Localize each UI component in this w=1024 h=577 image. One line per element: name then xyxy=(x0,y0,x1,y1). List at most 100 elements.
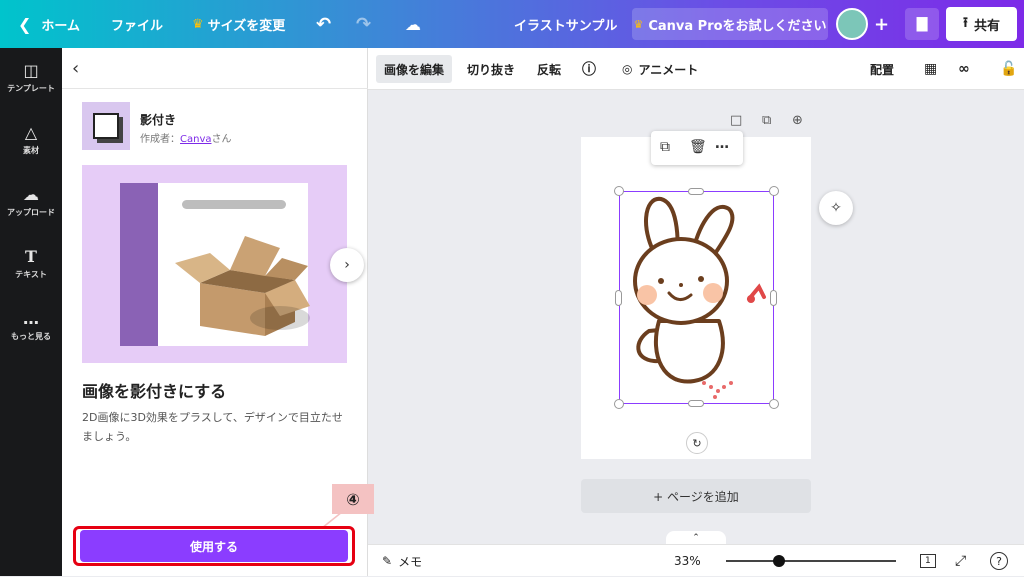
rail-item-label: もっと見る xyxy=(11,331,51,341)
rail-item-more[interactable]: … もっと見る xyxy=(0,296,62,356)
effect-thumbnail xyxy=(82,102,130,150)
rail-item-label: アップロード xyxy=(7,207,55,217)
transparency-icon[interactable]: ▦ xyxy=(916,55,945,83)
duplicate-page-icon[interactable]: ⧉ xyxy=(762,113,771,128)
effect-author: 作成者：Canvaさん xyxy=(140,130,232,145)
link-icon[interactable]: ∞ xyxy=(950,55,978,83)
resize-handle[interactable] xyxy=(770,290,777,306)
add-collaborator-icon[interactable]: + xyxy=(874,0,889,48)
add-page-icon[interactable]: ⊕ xyxy=(792,113,803,128)
zoom-percentage[interactable]: 33% xyxy=(674,545,701,577)
redo-icon[interactable]: ↷ xyxy=(356,0,371,48)
next-preview-button[interactable]: › xyxy=(330,248,364,282)
top-bar: ❮ ホーム ファイル ♛ サイズを変更 ↶ ↷ ☁ イラストサンプル ♛ Can… xyxy=(0,0,1024,48)
left-rail: ◫ テンプレート △ 素材 ☁ アップロード T テキスト … もっと見る xyxy=(0,48,62,576)
upload-share-icon: ⭱ xyxy=(963,15,968,31)
chevron-up-icon[interactable]: ⌃ xyxy=(666,531,726,545)
rail-item-templates[interactable]: ◫ テンプレート xyxy=(0,48,62,108)
cardboard-box-image xyxy=(175,236,310,336)
try-pro-label: Canva Proをお試しください xyxy=(648,18,827,34)
rail-item-label: 素材 xyxy=(23,145,39,155)
resize-label: サイズを変更 xyxy=(207,18,286,34)
flip-button[interactable]: 反転 xyxy=(529,55,569,83)
zoom-slider[interactable] xyxy=(726,560,896,562)
fullscreen-icon[interactable]: ⤢ xyxy=(955,545,966,577)
effect-preview xyxy=(82,165,347,363)
divider xyxy=(62,88,368,89)
panel-title: 画像を影付きにする xyxy=(82,382,227,401)
author-suffix: さん xyxy=(211,134,232,145)
page-lock-icon[interactable]: □ xyxy=(730,113,742,128)
zoom-slider-knob[interactable] xyxy=(773,555,785,567)
cloud-saved-icon[interactable]: ☁ xyxy=(405,0,421,48)
rail-item-label: テキスト xyxy=(15,269,47,279)
selection-box xyxy=(619,191,774,404)
file-menu[interactable]: ファイル xyxy=(111,0,163,48)
rail-item-elements[interactable]: △ 素材 xyxy=(0,110,62,170)
author-prefix: 作成者： xyxy=(140,134,180,145)
add-page-button[interactable]: + ページを追加 xyxy=(581,479,811,513)
try-pro-button[interactable]: ♛ Canva Proをお試しください xyxy=(632,8,828,40)
floating-toolbar: ⧉ 🗑 … xyxy=(651,131,743,165)
insights-icon[interactable]: ▇ xyxy=(905,8,939,40)
copy-icon[interactable]: ⧉ xyxy=(660,139,670,155)
avatar[interactable] xyxy=(836,8,868,40)
notes-label: メモ xyxy=(398,554,423,569)
add-comment-icon[interactable]: ✧ xyxy=(819,191,853,225)
resize-button[interactable]: ♛ サイズを変更 xyxy=(192,0,285,48)
effect-name: 影付き xyxy=(140,113,177,127)
bottom-bar: ✎ メモ 33% 1 ⤢ ? xyxy=(368,544,1024,576)
resize-handle[interactable] xyxy=(769,186,779,196)
preview-card xyxy=(120,183,310,346)
resize-handle[interactable] xyxy=(769,399,779,409)
resize-handle[interactable] xyxy=(614,399,624,409)
resize-handle[interactable] xyxy=(688,400,704,407)
more-options-icon[interactable]: … xyxy=(715,136,729,152)
rail-item-uploads[interactable]: ☁ アップロード xyxy=(0,172,62,232)
chevron-left-icon: ❮ xyxy=(18,14,32,34)
help-icon: ? xyxy=(990,552,1008,570)
back-icon[interactable]: ‹ xyxy=(72,58,79,79)
page-count: 1 xyxy=(920,554,936,568)
lock-icon[interactable]: 🔓 xyxy=(992,55,1024,83)
notes-button[interactable]: ✎ メモ xyxy=(382,545,422,577)
chevron-right-icon: › xyxy=(344,257,350,273)
template-icon: ◫ xyxy=(23,60,39,80)
upload-icon: ☁ xyxy=(23,184,39,204)
more-icon: … xyxy=(23,308,39,328)
preview-bar xyxy=(182,200,286,209)
help-button[interactable]: ? xyxy=(990,545,1008,577)
home-button[interactable]: ❮ ホーム xyxy=(18,0,80,48)
animate-icon: ◎ xyxy=(622,62,633,76)
rail-item-label: テンプレート xyxy=(7,83,55,93)
trash-icon[interactable]: 🗑 xyxy=(689,139,707,155)
text-icon: T xyxy=(25,246,37,266)
crown-icon: ♛ xyxy=(633,17,644,31)
crop-button[interactable]: 切り抜き xyxy=(459,55,523,83)
context-toolbar: 画像を編集 切り抜き 反転 ⓘ ◎ アニメート 配置 ▦ ∞ 🔓 xyxy=(368,48,1024,90)
rail-item-text[interactable]: T テキスト xyxy=(0,234,62,294)
use-button[interactable]: 使用する xyxy=(80,530,348,562)
position-button[interactable]: 配置 xyxy=(862,55,902,83)
design-title[interactable]: イラストサンプル xyxy=(514,0,617,48)
home-label: ホーム xyxy=(41,18,81,34)
resize-handle[interactable] xyxy=(615,290,622,306)
resize-handle[interactable] xyxy=(688,188,704,195)
elements-icon: △ xyxy=(24,122,38,142)
share-label: 共有 xyxy=(973,18,1000,34)
share-button[interactable]: ⭱ 共有 xyxy=(946,7,1017,41)
animate-label: アニメート xyxy=(638,62,699,77)
effect-panel: ‹ 影付き 作成者：Canvaさん › 画像を影付きにする 2D画像に3D効果を… xyxy=(62,48,374,576)
page-count-button[interactable]: 1 xyxy=(920,545,936,577)
panel-description: 2D画像に3D効果をプラスして、デザインで目立たせましょう。 xyxy=(82,411,343,443)
rotate-icon[interactable]: ↻ xyxy=(686,432,708,454)
author-link[interactable]: Canva xyxy=(180,134,212,145)
undo-icon[interactable]: ↶ xyxy=(316,0,331,48)
resize-handle[interactable] xyxy=(614,186,624,196)
crown-icon: ♛ xyxy=(192,16,204,32)
notes-icon: ✎ xyxy=(382,554,393,568)
edit-image-button[interactable]: 画像を編集 xyxy=(376,55,453,83)
info-icon[interactable]: ⓘ xyxy=(574,55,604,83)
animate-button[interactable]: ◎ アニメート xyxy=(614,55,706,83)
preview-band xyxy=(120,183,158,346)
